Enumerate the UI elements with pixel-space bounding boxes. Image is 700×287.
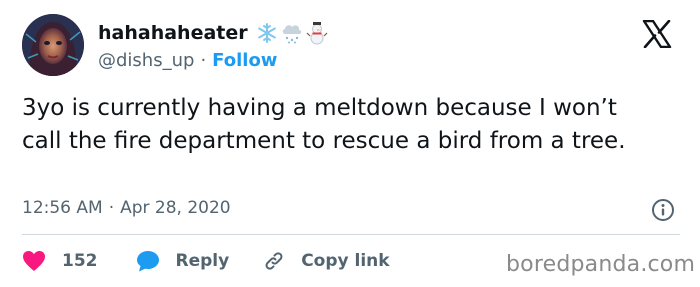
x-logo-icon[interactable]	[642, 20, 672, 48]
avatar[interactable]	[22, 14, 84, 76]
reply-bubble-icon	[136, 251, 159, 272]
author-name-row: hahahaheater	[98, 20, 328, 46]
tweet-timestamp[interactable]: 12:56 AM · Apr 28, 2020	[22, 198, 231, 218]
name-emojis	[256, 21, 328, 45]
divider	[22, 234, 680, 235]
tweet-date: Apr 28, 2020	[120, 198, 231, 218]
copy-link-button[interactable]: Copy link	[263, 250, 390, 272]
avatar-image	[22, 14, 84, 76]
snowflake-icon	[257, 23, 276, 43]
author-display-name[interactable]: hahahaheater	[98, 22, 248, 44]
heart-icon	[23, 251, 45, 271]
reply-button[interactable]: Reply	[136, 250, 230, 272]
handle-separator: ·	[200, 49, 207, 71]
like-button[interactable]: 152	[22, 250, 98, 272]
like-count: 152	[62, 251, 98, 271]
follow-button[interactable]: Follow	[212, 50, 277, 71]
reply-label: Reply	[175, 251, 230, 271]
snowman-icon	[306, 22, 328, 45]
tweet-card: hahahaheater @dishs_up · Follow 3yo is c…	[0, 0, 700, 287]
link-icon	[265, 252, 283, 270]
tweet-actions: 152 Reply Copy link	[22, 246, 390, 276]
timestamp-separator: ·	[108, 198, 115, 218]
info-icon[interactable]	[651, 198, 675, 222]
author-handle-row: @dishs_up · Follow	[98, 49, 277, 71]
tweet-time: 12:56 AM	[22, 198, 103, 218]
author-handle[interactable]: @dishs_up	[98, 50, 194, 71]
tweet-text: 3yo is currently having a meltdown becau…	[22, 95, 626, 154]
cloud-with-snow-icon	[282, 25, 301, 44]
copy-link-label: Copy link	[301, 251, 390, 271]
watermark: boredpanda.com	[506, 252, 696, 277]
